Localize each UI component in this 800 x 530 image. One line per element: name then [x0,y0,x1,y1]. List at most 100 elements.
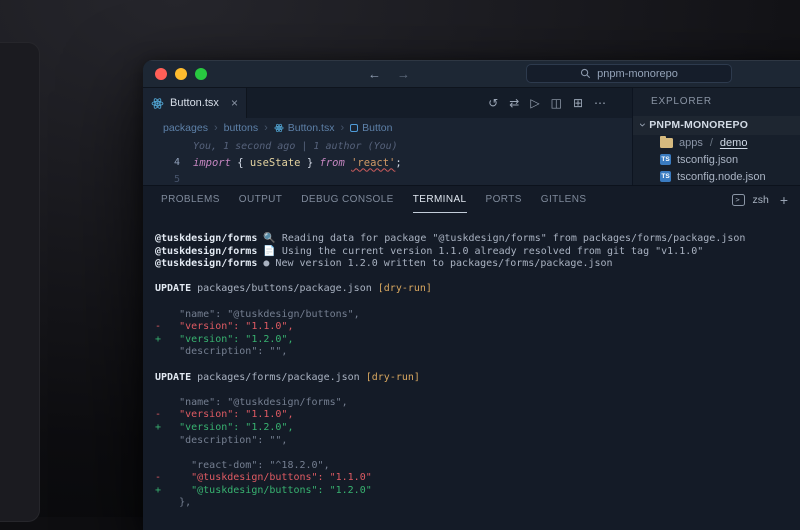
tab-bar: Button.tsx × ↺ ⇄ ▷ ◫ ⊞ ⋯ [143,88,632,118]
code-token: ; [395,157,401,169]
explorer-root-folder[interactable]: › PNPM-MONOREPO [633,116,800,135]
panel-tab-gitlens[interactable]: GITLENS [541,186,587,213]
terminal-segment: @tuskdesign/forms [155,233,257,244]
titlebar: ← → pnpm-monorepo [143,60,800,88]
breadcrumb-separator: › [214,122,218,134]
vscode-window: ← → pnpm-monorepo Button.ts [143,60,800,530]
breadcrumb-item-button[interactable]: Button [350,122,392,134]
tab-close-icon[interactable]: × [231,96,238,110]
code-line-content: import { useState } from 'react'; [193,157,402,169]
breadcrumb-item-buttons[interactable]: buttons [224,122,258,134]
panel-tab-output[interactable]: OUTPUT [239,186,283,213]
terminal-segment: [dry-run] [366,372,420,383]
blame-row: You, 1 second ago | 1 author (You) [143,138,632,154]
blame-annotation: You, 1 second ago | 1 author (You) [193,141,398,152]
panel-tab-problems[interactable]: PROBLEMS [161,186,220,213]
terminal-segment: @tuskdesign/forms [155,258,257,269]
main-row: Button.tsx × ↺ ⇄ ▷ ◫ ⊞ ⋯ packages › buttons › [143,88,800,185]
panel-tab-terminal[interactable]: TERMINAL [413,186,467,213]
terminal-segment: packages/forms/package.json [191,372,366,383]
new-terminal-button[interactable]: + [780,192,788,208]
tab-button-tsx[interactable]: Button.tsx × [143,88,247,118]
terminal-line: + "@tuskdesign/buttons": "1.2.0" [155,485,800,498]
breadcrumb-item-packages[interactable]: packages [163,122,208,134]
terminal-segment: "description": "", [155,346,287,357]
layout-icon[interactable]: ⊞ [573,96,583,110]
explorer-sidebar: EXPLORER › PNPM-MONOREPO apps/demo TS ts… [632,88,800,185]
terminal-line: @tuskdesign/forms 📄 Using the current ve… [155,246,800,259]
file-label: tsconfig.node.json [677,171,766,183]
typescript-icon: TS [660,154,671,165]
more-actions-icon[interactable]: ⋯ [594,96,606,110]
terminal-shell-label[interactable]: zsh [752,194,768,206]
panel-tab-ports[interactable]: PORTS [486,186,522,213]
code-line: 4 import { useState } from 'react'; [143,154,632,171]
breadcrumb-item-button-tsx[interactable]: Button.tsx [274,122,335,134]
terminal-segment: ● New version 1.2.0 written to packages/… [257,258,612,269]
terminal-line: "name": "@tuskdesign/buttons", [155,309,800,322]
terminal-segment: 📄 Using the current version 1.1.0 alread… [257,246,703,257]
code-token: import [193,157,237,169]
breadcrumb: packages › buttons › Button.tsx › [143,118,632,138]
terminal-line [155,447,800,460]
editor-code-area[interactable]: You, 1 second ago | 1 author (You) 4 imp… [143,138,632,185]
terminal-line: UPDATE packages/buttons/package.json [dr… [155,283,800,296]
minimize-button[interactable] [175,68,187,80]
terminal-icon: > [732,194,745,206]
breadcrumb-label: Button [362,122,392,134]
tab-label: Button.tsx [170,97,225,109]
file-label: tsconfig.json [677,154,738,166]
terminal-line: UPDATE packages/forms/package.json [dry-… [155,372,800,385]
terminal-segment: - "version": "1.1.0", [155,409,293,420]
breadcrumb-label: buttons [224,122,258,134]
split-editor-icon[interactable]: ◫ [551,96,562,110]
zoom-button[interactable] [195,68,207,80]
desktop-background: ← → pnpm-monorepo Button.ts [0,0,800,517]
breadcrumb-separator: › [340,122,344,134]
terminal-line [155,296,800,309]
search-icon [580,68,591,79]
folder-open-icon [660,138,673,148]
command-center-search[interactable]: pnpm-monorepo [526,64,732,83]
terminal-line [155,271,800,284]
terminal-segment: UPDATE [155,372,191,383]
terminal-output[interactable]: @tuskdesign/forms 🔍 Reading data for pac… [143,213,800,530]
open-changes-icon[interactable]: ⇄ [509,96,519,110]
terminal-segment: }, [155,497,191,508]
background-window [0,42,40,522]
line-number: 5 [143,174,193,185]
nav-forward-button[interactable]: → [397,66,410,81]
run-icon[interactable]: ▷ [530,96,539,110]
terminal-line [155,384,800,397]
terminal-segment: "name": "@tuskdesign/forms", [155,397,348,408]
editor-group: Button.tsx × ↺ ⇄ ▷ ◫ ⊞ ⋯ packages › buttons › [143,88,632,185]
timeline-icon[interactable]: ↺ [488,96,498,110]
breadcrumb-separator: › [264,122,268,134]
terminal-segment: "name": "@tuskdesign/buttons", [155,309,360,320]
terminal-line: + "version": "1.2.0", [155,422,800,435]
terminal-segment: @tuskdesign/forms [155,246,257,257]
terminal-segment: + "@tuskdesign/buttons": "1.2.0" [155,485,372,496]
explorer-item-tsconfig-node-json[interactable]: TS tsconfig.node.json [633,168,800,185]
close-button[interactable] [155,68,167,80]
nav-back-button[interactable]: ← [368,66,381,81]
terminal-line: @tuskdesign/forms 🔍 Reading data for pac… [155,233,800,246]
panel-tabs: PROBLEMS OUTPUT DEBUG CONSOLE TERMINAL PORTS… [161,186,586,213]
explorer-item-apps-demo[interactable]: apps/demo [633,135,800,152]
code-token: } [301,157,314,169]
explorer-item-tsconfig-json[interactable]: TS tsconfig.json [633,151,800,168]
folder-path-segment: demo [720,137,748,149]
panel-tab-debug-console[interactable]: DEBUG CONSOLE [301,186,393,213]
code-token: 'react' [351,157,395,169]
terminal-segment: 🔍 Reading data for package "@tuskdesign/… [257,233,745,244]
code-token: from [319,157,344,169]
terminal-segment: [dry-run] [378,283,432,294]
terminal-line: }, [155,497,800,510]
explorer-header: EXPLORER [633,88,800,116]
terminal-line: "name": "@tuskdesign/forms", [155,397,800,410]
terminal-segment: packages/buttons/package.json [191,283,378,294]
react-icon [274,123,284,133]
terminal-segment: - "version": "1.1.0", [155,321,293,332]
folder-path-segment: apps [679,137,703,149]
search-text: pnpm-monorepo [597,68,678,80]
